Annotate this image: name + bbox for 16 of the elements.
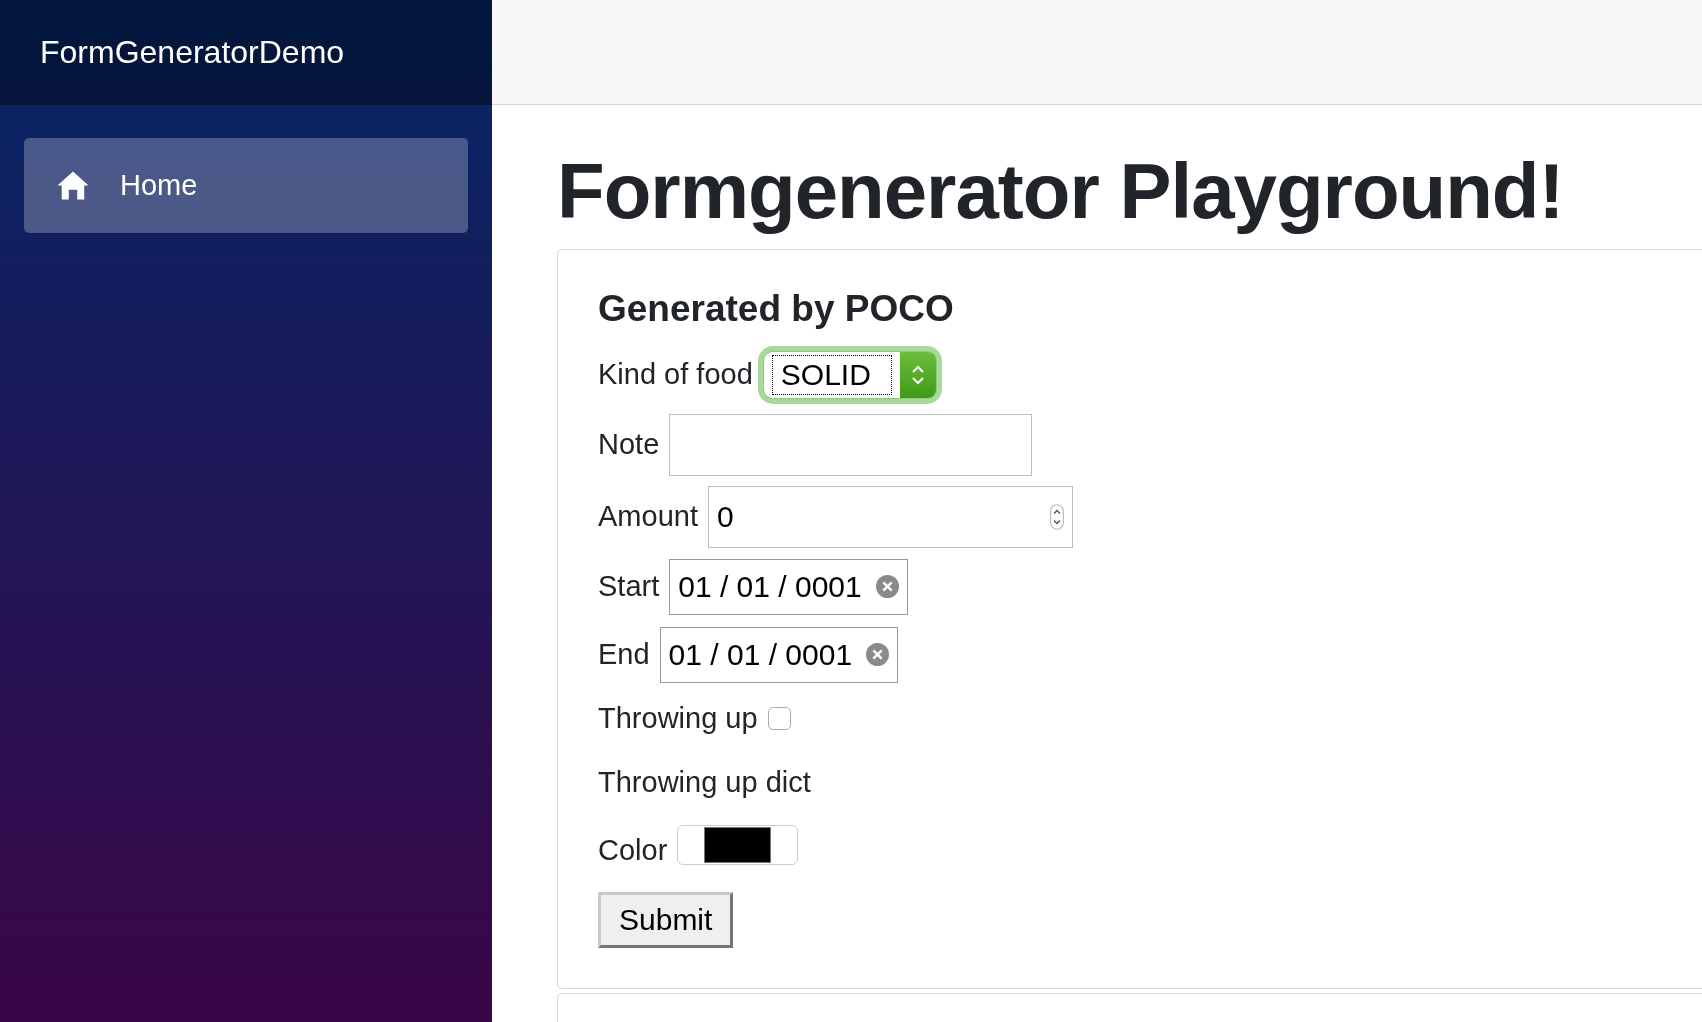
brand-title: FormGeneratorDemo <box>40 34 345 71</box>
field-label: Start <box>598 570 660 604</box>
nav-link[interactable]: Home <box>24 138 468 233</box>
date-input[interactable]: 01 / 01 / 0001 <box>669 558 908 615</box>
field-label: Throwing up <box>598 702 758 736</box>
field-label: Amount <box>598 500 698 534</box>
field-label: Note <box>598 428 660 462</box>
field-label: Color <box>598 834 668 868</box>
field-label: Throwing up dict <box>598 766 811 800</box>
submit-button[interactable]: Submit <box>598 891 734 948</box>
page-title: Formgenerator Playground! <box>557 146 1565 237</box>
amount-input[interactable]: 0 <box>707 485 1073 548</box>
date-input[interactable]: 01 / 01 / 0001 <box>659 626 899 683</box>
field-label: Kind of food <box>598 358 753 392</box>
field-label: End <box>598 638 650 672</box>
form-heading: Generated by POCO <box>598 287 955 330</box>
